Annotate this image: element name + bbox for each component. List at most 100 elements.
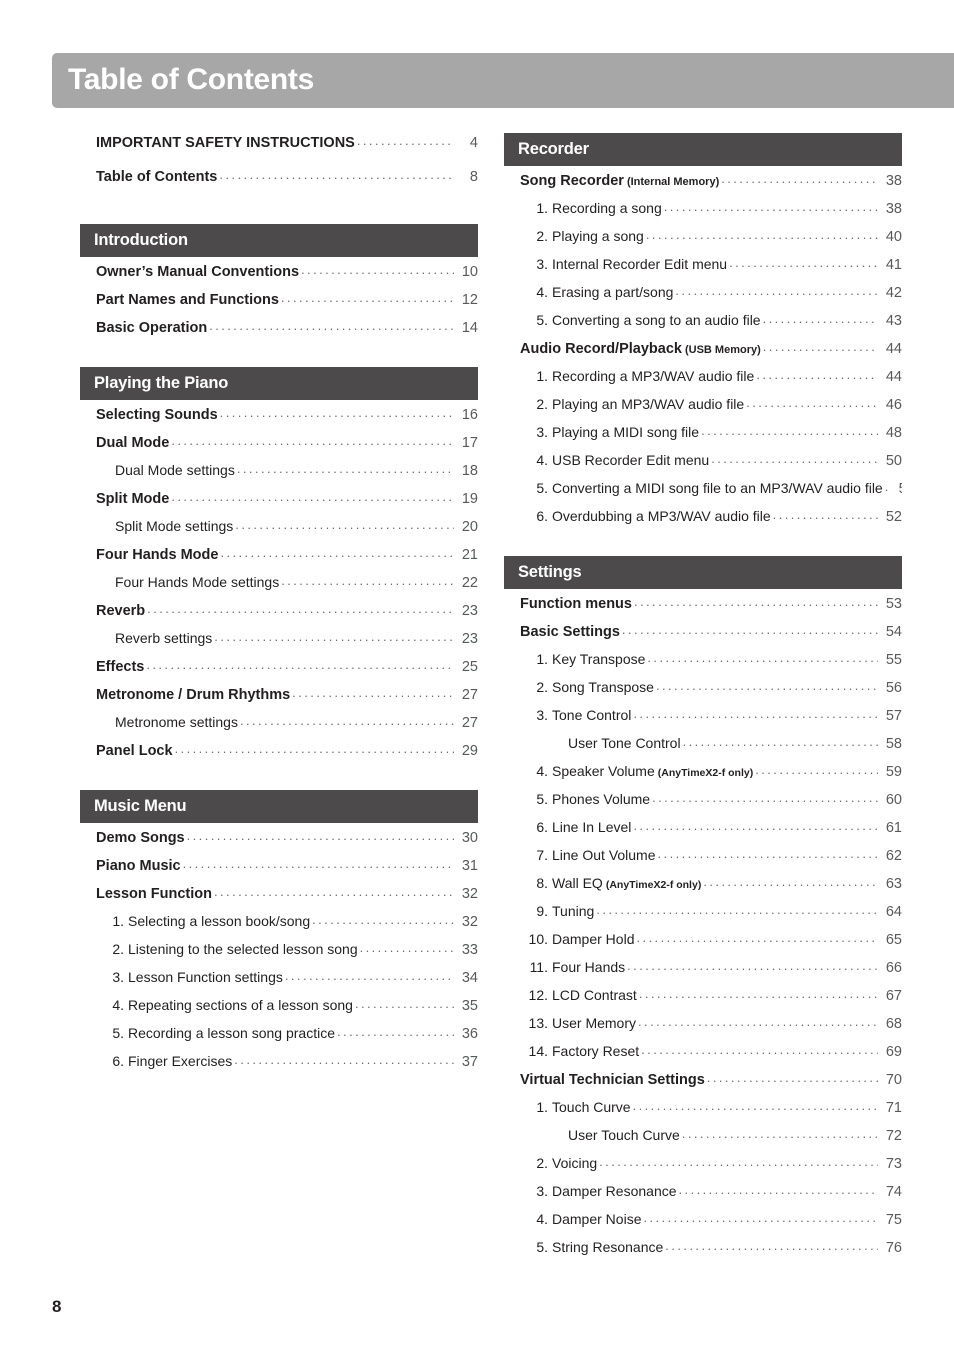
toc-entry[interactable]: Basic Settings 54 [504, 622, 902, 650]
toc-entry[interactable]: Demo Songs 30 [80, 828, 478, 856]
toc-entry-page-number: 18 [461, 463, 478, 479]
toc-entry[interactable]: 5.Recording a lesson song practice 36 [80, 1024, 478, 1052]
toc-entry[interactable]: 1.Selecting a lesson book/song 32 [80, 912, 478, 940]
toc-entry-label: Damper Noise [552, 1211, 642, 1227]
toc-entry[interactable]: Metronome settings 27 [80, 713, 478, 741]
toc-entry[interactable]: 5.Converting a song to an audio file 43 [504, 311, 902, 339]
toc-entry[interactable]: 4.USB Recorder Edit menu 50 [504, 451, 902, 479]
dot-leader [633, 1098, 878, 1112]
toc-section-header: Music Menu [80, 790, 478, 823]
toc-entry[interactable]: 4.Erasing a part/song 42 [504, 283, 902, 311]
toc-entry[interactable]: 3.Tone Control 57 [504, 706, 902, 734]
toc-entry-label: Playing a MIDI song file [552, 424, 700, 440]
toc-entry[interactable]: 6.Finger Exercises 37 [80, 1052, 478, 1080]
toc-entry[interactable]: 6.Overdubbing a MP3/WAV audio file 52 [504, 507, 902, 535]
toc-entry[interactable]: 3.Lesson Function settings 34 [80, 968, 478, 996]
toc-entry[interactable]: 4.Repeating sections of a lesson song 35 [80, 996, 478, 1024]
toc-entry-label: Panel Lock [96, 743, 173, 759]
toc-entry[interactable]: Audio Record/Playback(USB Memory) 44 [504, 339, 902, 367]
toc-entry-label: String Resonance [552, 1239, 664, 1255]
toc-entry[interactable]: Reverb settings 23 [80, 629, 478, 657]
toc-entry[interactable]: Dual Mode settings 18 [80, 461, 478, 489]
toc-entry[interactable]: Panel Lock 29 [80, 741, 478, 769]
toc-entry[interactable]: 4.Damper Noise 75 [504, 1210, 902, 1238]
toc-entry[interactable]: 3.Internal Recorder Edit menu 41 [504, 255, 902, 283]
toc-entry-label: Basic Settings [520, 624, 620, 640]
toc-entry-label: Function menus [520, 596, 632, 612]
toc-entry[interactable]: Reverb 23 [80, 601, 478, 629]
toc-entry[interactable]: IMPORTANT SAFETY INSTRUCTIONS 4 [80, 133, 478, 167]
toc-entry[interactable]: 3.Damper Resonance 74 [504, 1182, 902, 1210]
toc-entry-number: 3. [112, 969, 124, 985]
toc-entry-label: Voicing [552, 1155, 598, 1171]
toc-entry-page-number: 12 [461, 292, 478, 308]
toc-entry[interactable]: 2.Playing an MP3/WAV audio file 46 [504, 395, 902, 423]
toc-entry-number: 2. [536, 1155, 548, 1171]
dot-leader [658, 846, 878, 860]
toc-entry[interactable]: 14.Factory Reset 69 [504, 1042, 902, 1070]
toc-entry[interactable]: Virtual Technician Settings 70 [504, 1070, 902, 1098]
toc-entry-sublabel: (Internal Memory) [626, 176, 720, 188]
toc-entry[interactable]: 1.Key Transpose 55 [504, 650, 902, 678]
toc-entry[interactable]: 5. Converting a MIDI song file to an MP3/… [504, 479, 902, 507]
toc-entry[interactable]: Dual Mode 17 [80, 433, 478, 461]
toc-entry[interactable]: 6.Line In Level 61 [504, 818, 902, 846]
toc-entry[interactable]: 1.Recording a MP3/WAV audio file 44 [504, 367, 902, 395]
toc-entry[interactable]: 2.Song Transpose 56 [504, 678, 902, 706]
toc-entry[interactable]: Song Recorder(Internal Memory) 38 [504, 171, 902, 199]
toc-entry[interactable]: 5.String Resonance 76 [504, 1238, 902, 1266]
toc-entry-page-number: 34 [461, 970, 478, 986]
toc-section-label: Introduction [94, 231, 188, 250]
toc-entry[interactable]: Piano Music 31 [80, 856, 478, 884]
dot-leader [281, 290, 454, 304]
toc-entry[interactable]: Part Names and Functions 12 [80, 290, 478, 318]
toc-entry[interactable]: Metronome / Drum Rhythms 27 [80, 685, 478, 713]
toc-entry-label: Recording a song [552, 200, 662, 216]
toc-entry[interactable]: 2.Listening to the selected lesson song 3… [80, 940, 478, 968]
dot-leader [187, 828, 454, 842]
toc-entry[interactable]: 1.Recording a song 38 [504, 199, 902, 227]
dot-leader [763, 311, 878, 325]
toc-entry[interactable]: User Touch Curve 72 [504, 1126, 902, 1154]
toc-entry[interactable]: 12.LCD Contrast 67 [504, 986, 902, 1014]
toc-entry-label: Damper Hold [552, 931, 635, 947]
toc-entry[interactable]: Lesson Function 32 [80, 884, 478, 912]
toc-entry[interactable]: 8.Wall EQ(AnyTimeX2-f only) 63 [504, 874, 902, 902]
toc-entry[interactable]: 3.Playing a MIDI song file 48 [504, 423, 902, 451]
toc-entry-number: 10. [528, 931, 548, 947]
toc-top-entries: IMPORTANT SAFETY INSTRUCTIONS 4 Table of C… [80, 133, 478, 201]
toc-entry[interactable]: Function menus 53 [504, 594, 902, 622]
toc-entry-page-number: 23 [461, 603, 478, 619]
toc-entry[interactable]: Selecting Sounds 16 [80, 405, 478, 433]
toc-entry[interactable]: 11.Four Hands 66 [504, 958, 902, 986]
toc-entry[interactable]: Four Hands Mode 21 [80, 545, 478, 573]
toc-entry[interactable]: 1.Touch Curve 71 [504, 1098, 902, 1126]
dot-leader [219, 167, 454, 181]
toc-entry[interactable]: Four Hands Mode settings 22 [80, 573, 478, 601]
toc-entry-page-number: 25 [461, 659, 478, 675]
toc-entry[interactable]: 9.Tuning 64 [504, 902, 902, 930]
toc-entry[interactable]: 2.Voicing 73 [504, 1154, 902, 1182]
toc-entry[interactable]: Split Mode settings 20 [80, 517, 478, 545]
toc-entry-number: 5. [536, 312, 548, 328]
toc-entry-number: 4. [536, 1211, 548, 1227]
dot-leader [234, 1052, 454, 1066]
toc-entry[interactable]: 10.Damper Hold 65 [504, 930, 902, 958]
toc-entry[interactable]: 13.User Memory 68 [504, 1014, 902, 1042]
toc-entry[interactable]: 7.Line Out Volume 62 [504, 846, 902, 874]
toc-entry[interactable]: Owner’s Manual Conventions 10 [80, 262, 478, 290]
toc-entry-page-number: 66 [885, 960, 902, 976]
toc-entry[interactable]: Split Mode 19 [80, 489, 478, 517]
toc-entry-label: Recording a MP3/WAV audio file [552, 368, 755, 384]
dot-leader [220, 545, 454, 559]
toc-entry[interactable]: 5.Phones Volume 60 [504, 790, 902, 818]
toc-entry-number: 3. [536, 424, 548, 440]
toc-entry[interactable]: Table of Contents 8 [80, 167, 478, 201]
toc-entry[interactable]: Basic Operation 14 [80, 318, 478, 346]
toc-entry[interactable]: 4.Speaker Volume(AnyTimeX2-f only) 59 [504, 762, 902, 790]
dot-leader [633, 818, 878, 832]
toc-entry[interactable]: 2.Playing a song 40 [504, 227, 902, 255]
toc-entry[interactable]: User Tone Control 58 [504, 734, 902, 762]
toc-entry-label: Playing an MP3/WAV audio file [552, 396, 745, 412]
toc-entry[interactable]: Effects 25 [80, 657, 478, 685]
